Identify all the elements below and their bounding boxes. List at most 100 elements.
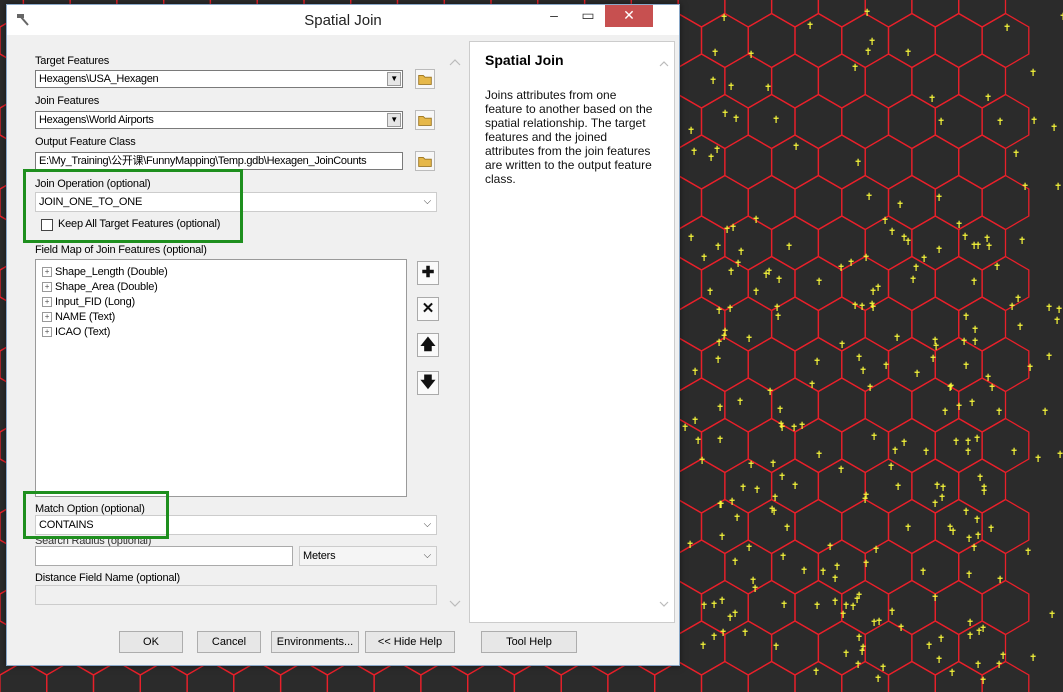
hexagon-cell (817, 0, 866, 28)
airport-icon: ✝ (1003, 23, 1011, 34)
airport-icon: ✝ (970, 277, 978, 288)
airport-icon: ✝ (1050, 123, 1058, 134)
hexagon-cell (841, 12, 890, 69)
list-item[interactable]: + ICAO (Text) (42, 326, 110, 338)
hexagon-cell (677, 53, 726, 109)
airport-icon: ✝ (731, 557, 739, 568)
airport-icon: ✝ (698, 456, 706, 467)
airport-icon: ✝ (779, 552, 787, 563)
airport-icon: ✝ (752, 215, 760, 226)
radius-unit-select[interactable]: Meters ⌵ (299, 546, 437, 566)
minimize-button[interactable]: – (537, 5, 571, 27)
airport-icon: ✝ (778, 423, 786, 434)
airport-icon: ✝ (1034, 454, 1042, 465)
airport-icon: ✝ (842, 601, 850, 612)
airport-icon: ✝ (838, 340, 846, 351)
airport-icon: ✝ (776, 405, 784, 416)
airport-icon: ✝ (711, 48, 719, 59)
field-map-list[interactable]: + Shape_Length (Double) + Shape_Area (Doub… (35, 259, 407, 497)
keep-all-checkbox[interactable] (41, 219, 53, 231)
airport-icon: ✝ (733, 513, 741, 524)
list-item[interactable]: + Shape_Length (Double) (42, 266, 168, 278)
hide-help-button[interactable]: << Hide Help (365, 631, 455, 653)
airport-icon: ✝ (891, 446, 899, 457)
folder-open-icon[interactable] (415, 110, 435, 130)
airport-icon: ✝ (1041, 407, 1049, 418)
dropdown-arrow-icon[interactable]: ▼ (387, 113, 401, 127)
airport-icon: ✝ (971, 337, 979, 348)
help-panel: Spatial Join Joins attributes from one f… (469, 41, 675, 623)
match-option-select[interactable]: CONTAINS ⌵ (35, 515, 437, 535)
airport-icon: ✝ (1055, 305, 1063, 316)
delete-field-button[interactable]: ✕ (417, 297, 439, 321)
airport-icon: ✝ (709, 76, 717, 87)
airport-icon: ✝ (968, 398, 976, 409)
chevron-down-icon: ⌵ (423, 519, 432, 530)
folder-open-icon[interactable] (415, 151, 435, 171)
join-operation-select[interactable]: JOIN_ONE_TO_ONE ⌵ (35, 192, 437, 212)
airport-icon: ✝ (687, 233, 695, 244)
airport-icon: ✝ (1045, 352, 1053, 363)
hexagon-cell (607, 660, 656, 692)
output-feature-class-input[interactable]: E:\My_Training\公开课\FunnyMapping\Temp.gdb… (35, 152, 403, 170)
move-down-button[interactable]: 🡇 (417, 371, 439, 395)
list-item[interactable]: + Input_FID (Long) (42, 296, 135, 308)
hexagon-cell (513, 660, 562, 692)
title-bar[interactable]: Spatial Join – ▭ ✕ (7, 5, 679, 35)
target-features-combo[interactable]: Hexagens\USA_Hexagen ▼ (35, 70, 403, 88)
airport-icon: ✝ (1026, 363, 1034, 374)
hexagon-cell (747, 336, 796, 393)
environments-button[interactable]: Environments... (271, 631, 359, 653)
expand-plus-icon[interactable]: + (42, 282, 52, 293)
join-features-combo[interactable]: Hexagens\World Airports ▼ (35, 111, 403, 129)
list-item[interactable]: + NAME (Text) (42, 311, 115, 323)
move-up-button[interactable]: 🡅 (417, 333, 439, 357)
airport-icon: ✝ (1045, 303, 1053, 314)
join-features-label: Join Features (35, 95, 100, 107)
airport-icon: ✝ (752, 287, 760, 298)
airport-icon: ✝ (973, 434, 981, 445)
expand-plus-icon[interactable]: + (42, 267, 52, 278)
airport-icon: ✝ (909, 275, 917, 286)
folder-open-icon[interactable] (415, 69, 435, 89)
airport-icon: ✝ (949, 527, 957, 538)
field-map-label: Field Map of Join Features (optional) (35, 244, 207, 256)
join-operation-label: Join Operation (optional) (35, 178, 151, 190)
airport-icon: ✝ (855, 633, 863, 644)
airport-icon: ✝ (798, 421, 806, 432)
dropdown-arrow-icon[interactable]: ▼ (387, 72, 401, 86)
airport-icon: ✝ (819, 567, 827, 578)
hexagon-cell (700, 93, 749, 150)
airport-icon: ✝ (769, 459, 777, 470)
airport-icon: ✝ (888, 227, 896, 238)
airport-icon: ✝ (714, 355, 722, 366)
match-option-label: Match Option (optional) (35, 503, 145, 515)
hexagon-cell (981, 579, 1030, 636)
search-radius-input[interactable] (35, 546, 293, 566)
hexagon-cell (724, 53, 773, 109)
distance-field-input[interactable] (35, 585, 437, 605)
expand-plus-icon[interactable]: + (42, 297, 52, 308)
maximize-button[interactable]: ▭ (571, 5, 605, 27)
scrollbar[interactable] (658, 56, 670, 616)
help-title: Spatial Join (485, 52, 564, 68)
add-field-button[interactable]: ✚ (417, 261, 439, 285)
expand-plus-icon[interactable]: + (42, 312, 52, 323)
list-item[interactable]: + Shape_Area (Double) (42, 281, 158, 293)
expand-plus-icon[interactable]: + (42, 327, 52, 338)
airport-icon: ✝ (960, 337, 968, 348)
tool-help-button[interactable]: Tool Help (481, 631, 577, 653)
airport-icon: ✝ (931, 593, 939, 604)
close-button[interactable]: ✕ (605, 5, 653, 27)
hexagon-cell (911, 215, 960, 271)
hexagon-cell (747, 255, 796, 312)
airport-icon: ✝ (900, 438, 908, 449)
airport-icon: ✝ (864, 47, 872, 58)
airport-icon: ✝ (862, 559, 870, 570)
airport-icon: ✝ (935, 193, 943, 204)
ok-button[interactable]: OK (119, 631, 183, 653)
scrollbar[interactable] (447, 53, 463, 613)
cancel-button[interactable]: Cancel (197, 631, 261, 653)
airport-icon: ✝ (993, 262, 1001, 273)
hexagon-cell (864, 53, 913, 109)
